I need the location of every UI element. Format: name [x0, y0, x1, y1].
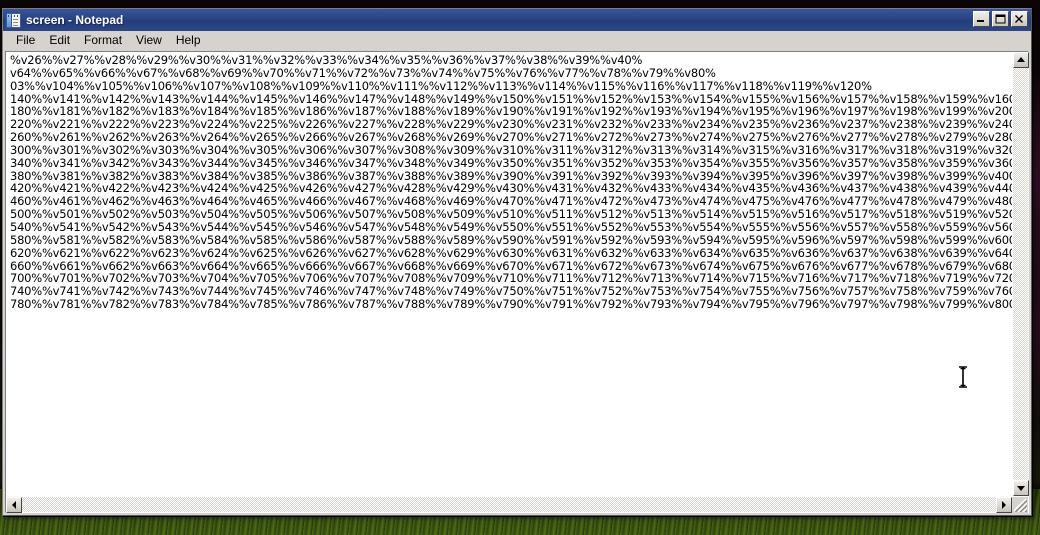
text-line: 340%%v341%%v342%%v343%%v344%%v345%%v346%… — [10, 155, 1012, 170]
client-area: %v26%%v27%%v28%%v29%%v30%%v31%%v32%%v33%… — [5, 51, 1029, 513]
resize-grip-icon[interactable] — [1012, 497, 1028, 513]
close-icon — [1015, 15, 1023, 23]
horizontal-scrollbar-row — [6, 496, 1028, 513]
vertical-scrollbar-track[interactable] — [1013, 68, 1028, 480]
text-line: v64%%v65%%v66%%v67%%v68%%v69%%v70%%v71%%… — [10, 65, 716, 80]
text-line: 300%%v301%%v302%%v303%%v304%%v305%%v306%… — [10, 142, 1012, 157]
notepad-window[interactable]: screen - Notepad File Edit Format View H… — [2, 8, 1032, 516]
scroll-left-button[interactable] — [6, 497, 22, 513]
menu-help[interactable]: Help — [169, 32, 208, 50]
menu-file[interactable]: File — [9, 32, 42, 50]
menu-edit[interactable]: Edit — [42, 32, 77, 50]
scroll-down-button[interactable] — [1013, 480, 1029, 496]
close-button[interactable] — [1011, 11, 1028, 27]
scroll-up-button[interactable] — [1013, 52, 1029, 68]
scroll-down-icon — [1017, 486, 1025, 491]
minimize-button[interactable] — [973, 11, 990, 27]
horizontal-scrollbar-track[interactable] — [22, 497, 996, 512]
scroll-right-button[interactable] — [996, 497, 1012, 513]
text-line: 540%%v541%%v542%%v543%%v544%%v545%%v546%… — [10, 219, 1012, 234]
text-line: 620%%v621%%v622%%v623%%v624%%v625%%v626%… — [10, 245, 1012, 260]
text-editor[interactable]: %v26%%v27%%v28%%v29%%v30%%v31%%v32%%v33%… — [6, 52, 1012, 496]
notepad-icon — [6, 12, 21, 28]
scroll-right-icon — [1002, 501, 1006, 509]
text-line: 260%%v261%%v262%%v263%%v264%%v265%%v266%… — [10, 130, 1012, 145]
maximize-icon — [995, 14, 1006, 24]
window-title: screen - Notepad — [26, 13, 124, 27]
title-bar[interactable]: screen - Notepad — [3, 9, 1031, 31]
document-text: %v26%%v27%%v28%%v29%%v30%%v31%%v32%%v33%… — [10, 54, 1012, 311]
text-line: 780%%v781%%v782%%v783%%v784%%v785%%v786%… — [10, 297, 1012, 312]
scroll-up-icon — [1017, 57, 1025, 62]
scroll-left-icon — [12, 501, 16, 509]
horizontal-scrollbar[interactable] — [6, 497, 1012, 513]
menu-bar: File Edit Format View Help — [3, 31, 1031, 51]
maximize-button[interactable] — [992, 11, 1009, 27]
window-controls — [973, 11, 1028, 27]
menu-view[interactable]: View — [129, 32, 169, 50]
text-line: 580%%v581%%v582%%v583%%v584%%v585%%v586%… — [10, 232, 1012, 247]
minimize-icon — [977, 20, 984, 22]
text-line: 03%%v104%%v105%%v106%%v107%%v108%%v109%%… — [10, 78, 872, 93]
text-line: %v26%%v27%%v28%%v29%%v30%%v31%%v32%%v33%… — [10, 53, 643, 67]
vertical-scrollbar[interactable] — [1012, 52, 1029, 496]
text-area-row: %v26%%v27%%v28%%v29%%v30%%v31%%v32%%v33%… — [6, 52, 1029, 496]
title-bar-left: screen - Notepad — [6, 9, 123, 31]
menu-format[interactable]: Format — [77, 32, 129, 50]
